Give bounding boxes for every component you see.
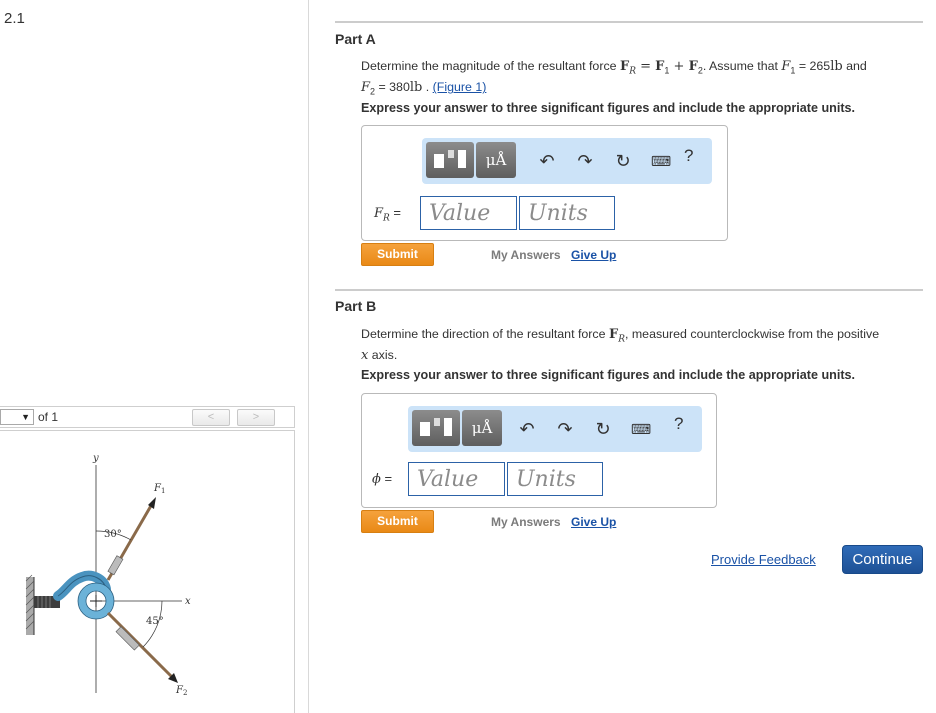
part-a-submit-button[interactable]: Submit — [361, 243, 434, 266]
figure-select[interactable]: ▼ — [0, 409, 34, 425]
part-a-question: Determine the magnitude of the resultant… — [361, 59, 867, 97]
y-axis-label: y — [92, 453, 99, 464]
prev-figure-button[interactable]: < — [192, 409, 230, 426]
part-b-units-input[interactable] — [507, 462, 603, 496]
figure-of-label: of 1 — [38, 410, 59, 424]
figure-nav: ▼ of 1 < > — [0, 406, 295, 428]
f1-link — [107, 555, 124, 576]
redo-icon[interactable]: ↷ — [552, 416, 578, 442]
part-a-my-answers-link[interactable]: My Answers — [491, 248, 561, 262]
units-icon[interactable]: μÅ — [462, 410, 502, 446]
part-a-answer-box: μÅ ↶ ↷ ↻ ⌨ ? FR = — [361, 125, 728, 241]
part-b-my-answers-link[interactable]: My Answers — [491, 515, 561, 529]
part-b-toolbar: μÅ ↶ ↷ ↻ ⌨ ? — [408, 406, 702, 452]
next-figure-button[interactable]: > — [237, 409, 275, 426]
help-icon[interactable]: ? — [684, 146, 693, 166]
part-a-var-label: FR = — [374, 205, 402, 224]
units-icon[interactable]: μÅ — [476, 142, 516, 178]
angle-label-30: 30° — [104, 529, 122, 540]
part-a-title: Part A — [335, 31, 376, 47]
part-a-toolbar: μÅ ↶ ↷ ↻ ⌨ ? — [422, 138, 712, 184]
undo-icon[interactable]: ↶ — [514, 416, 540, 442]
part-a-give-up-link[interactable]: Give Up — [571, 248, 616, 262]
provide-feedback-link[interactable]: Provide Feedback — [711, 552, 816, 567]
figure-diagram: y x F1 F2 30° 45° — [25, 453, 191, 697]
part-b-answer-box: μÅ ↶ ↷ ↻ ⌨ ? ϕ = — [361, 393, 717, 508]
part-b-instruction: Express your answer to three significant… — [361, 368, 856, 382]
redo-icon[interactable]: ↷ — [572, 148, 598, 174]
figure-link[interactable]: (Figure 1) — [433, 80, 487, 94]
dropdown-arrow-icon: ▼ — [21, 412, 30, 422]
figure-frame: y x F1 F2 30° 45° — [0, 430, 295, 713]
part-b-var-label: ϕ = — [372, 471, 393, 487]
left-panel: 2.1 ▼ of 1 < > y x F1 F2 30° 45° — [0, 0, 309, 713]
x-axis-label: x — [185, 596, 191, 607]
help-icon[interactable]: ? — [674, 414, 683, 434]
undo-icon[interactable]: ↶ — [534, 148, 560, 174]
part-b-title: Part B — [335, 298, 377, 314]
templates-icon[interactable] — [426, 142, 474, 178]
f2-link — [115, 626, 140, 651]
chevron-right-icon: > — [252, 411, 260, 423]
part-b-submit-button[interactable]: Submit — [361, 510, 434, 533]
problem-number: 2.1 — [4, 10, 25, 27]
continue-button[interactable]: Continue — [842, 545, 923, 574]
part-b-divider — [335, 289, 923, 291]
part-a-value-input[interactable] — [420, 196, 517, 230]
f2-label: F2 — [175, 685, 187, 697]
keyboard-icon[interactable]: ⌨ — [628, 416, 654, 442]
part-b-question: Determine the direction of the resultant… — [361, 327, 880, 364]
part-a-instruction: Express your answer to three significant… — [361, 101, 856, 115]
part-b-give-up-link[interactable]: Give Up — [571, 515, 616, 529]
angle-label-45: 45° — [146, 616, 164, 627]
templates-icon[interactable] — [412, 410, 460, 446]
f1-label: F1 — [153, 483, 165, 495]
chevron-left-icon: < — [207, 411, 215, 423]
part-a-units-input[interactable] — [519, 196, 615, 230]
reset-icon[interactable]: ↻ — [590, 416, 616, 442]
part-a-divider — [335, 21, 923, 23]
part-b-value-input[interactable] — [408, 462, 505, 496]
reset-icon[interactable]: ↻ — [610, 148, 636, 174]
keyboard-icon[interactable]: ⌨ — [648, 148, 674, 174]
